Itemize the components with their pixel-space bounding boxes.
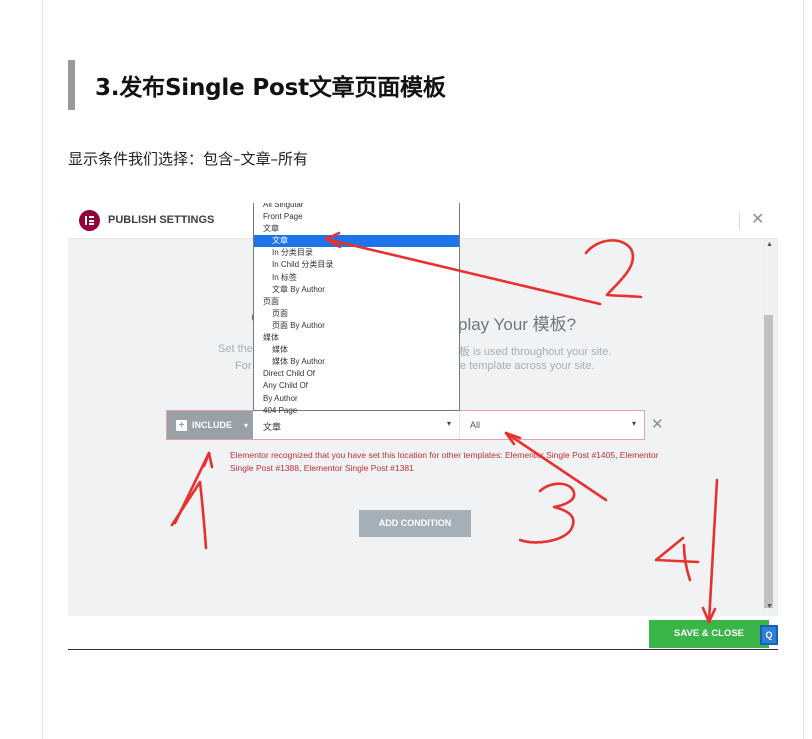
header-divider bbox=[739, 212, 740, 230]
dropdown-option[interactable]: All Singular bbox=[254, 203, 459, 211]
remove-condition-icon[interactable]: ✕ bbox=[651, 415, 664, 433]
dialog-desc-line2-end: e template across your site. bbox=[460, 360, 595, 372]
close-icon[interactable]: ✕ bbox=[751, 209, 764, 229]
dropdown-option[interactable]: In 标签 bbox=[254, 272, 459, 284]
dropdown-option[interactable]: In Child 分类目录 bbox=[254, 259, 459, 271]
chevron-down-icon: ▾ bbox=[631, 419, 636, 428]
elementor-publish-settings-screenshot: PUBLISH SETTINGS ✕ C play Your 模板? Set t… bbox=[68, 203, 778, 650]
condition-scope-select[interactable]: All ▾ bbox=[460, 411, 644, 439]
dropdown-option[interactable]: 文章 By Author bbox=[254, 284, 459, 296]
dialog-desc-line2-start: For bbox=[235, 360, 252, 372]
content-border-right bbox=[803, 0, 804, 739]
intro-paragraph: 显示条件我们选择：包含–文章–所有 bbox=[68, 150, 309, 168]
elementor-logo-icon bbox=[79, 210, 100, 231]
dropdown-option[interactable]: Any Child Of bbox=[254, 380, 459, 392]
scrollbar-thumb[interactable] bbox=[764, 315, 773, 608]
scrollbar[interactable]: ▲ ▼ bbox=[763, 239, 778, 616]
save-and-close-button[interactable]: SAVE & CLOSE bbox=[649, 620, 769, 648]
scroll-down-icon[interactable]: ▼ bbox=[766, 603, 773, 610]
q-button[interactable]: Q bbox=[760, 625, 778, 645]
dropdown-option[interactable]: In 分类目录 bbox=[254, 247, 459, 259]
dropdown-option[interactable]: Direct Child Of bbox=[254, 368, 459, 380]
condition-scope-value: All bbox=[470, 420, 481, 430]
dialog-heading: play Your 模板? bbox=[458, 315, 577, 334]
dropdown-option[interactable]: 媒体 By Author bbox=[254, 356, 459, 368]
condition-type-value: 文章 bbox=[263, 422, 282, 432]
conflict-warning: Elementor recognized that you have set t… bbox=[230, 450, 659, 473]
content-border-left bbox=[42, 0, 43, 739]
include-select[interactable]: + INCLUDE ▾ bbox=[167, 411, 253, 439]
section-heading: 3.发布Single Post文章页面模板 bbox=[68, 60, 446, 110]
add-condition-button[interactable]: ADD CONDITION bbox=[359, 510, 471, 537]
dropdown-option[interactable]: 媒体 bbox=[254, 332, 459, 344]
chevron-down-icon: ▾ bbox=[446, 419, 451, 428]
include-label: INCLUDE bbox=[192, 420, 232, 430]
dialog-desc-line1-start: Set the bbox=[218, 343, 253, 355]
plus-icon: + bbox=[176, 419, 187, 431]
scroll-up-icon[interactable]: ▲ bbox=[766, 241, 773, 248]
dropdown-option[interactable]: Front Page bbox=[254, 211, 459, 223]
chevron-down-icon: ▾ bbox=[244, 420, 249, 430]
dropdown-option[interactable]: 页面 By Author bbox=[254, 320, 459, 332]
publish-settings-title: PUBLISH SETTINGS bbox=[108, 214, 215, 226]
dropdown-option[interactable]: 文章 bbox=[254, 223, 459, 235]
dropdown-option[interactable]: By Author bbox=[254, 393, 459, 405]
footer-divider bbox=[68, 649, 778, 650]
condition-type-dropdown[interactable]: All Singular Front Page 文章 文章 In 分类目录 In Chil… bbox=[253, 203, 460, 415]
dropdown-option[interactable]: 404 Page bbox=[254, 405, 459, 417]
dropdown-option[interactable]: 页面 bbox=[254, 296, 459, 308]
dialog-desc-line1-end: 板 is used throughout your site. bbox=[459, 346, 612, 358]
heading-accent-bar bbox=[68, 60, 75, 110]
section-heading-text: 3.发布Single Post文章页面模板 bbox=[95, 75, 446, 101]
dropdown-option[interactable]: 页面 bbox=[254, 308, 459, 320]
dropdown-option[interactable]: 文章 bbox=[254, 235, 459, 248]
dropdown-option[interactable]: 媒体 bbox=[254, 344, 459, 356]
